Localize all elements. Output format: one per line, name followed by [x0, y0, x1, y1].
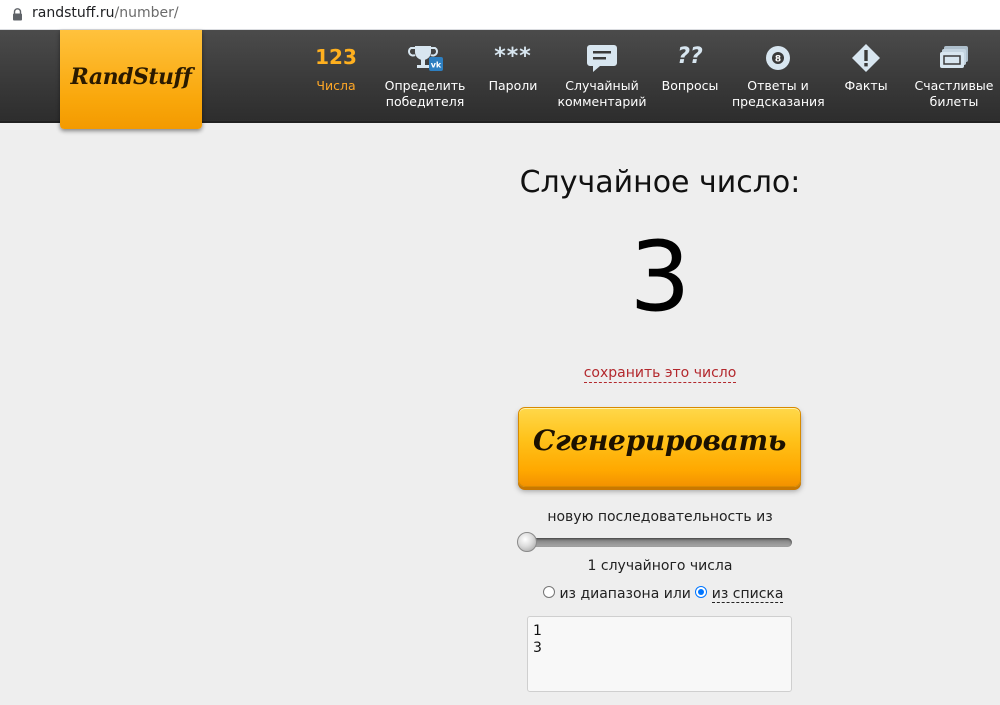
nav-item-label: Счастливые билеты: [914, 78, 994, 109]
radio-from-list[interactable]: [695, 586, 708, 598]
nav-item-tickets[interactable]: Счастливые билеты: [908, 30, 1000, 123]
generate-button[interactable]: Сгенерировать: [518, 407, 801, 487]
random-number-result: 3: [629, 221, 691, 333]
radio-from-range[interactable]: [543, 586, 555, 598]
url-text[interactable]: randstuff.ru/number/: [32, 5, 179, 21]
nav-item-comment[interactable]: Случайный комментарий: [556, 30, 648, 123]
nav-item-label: Вопросы: [661, 78, 719, 93]
count-label: 1 случайного числа: [587, 558, 733, 574]
svg-text:vk: vk: [431, 61, 442, 70]
browser-address-bar[interactable]: randstuff.ru/number/: [0, 0, 1000, 30]
source-mode-radio-group: из диапазона или из списка: [543, 586, 784, 606]
radio-from-list-label[interactable]: из списка: [711, 586, 784, 603]
nav-item-label: Факты: [844, 78, 888, 93]
lock-icon: [13, 8, 22, 21]
save-number-link-wrap: сохранить это число: [560, 365, 760, 383]
nav-item-label: Случайный комментарий: [557, 78, 647, 109]
list-values-textarea[interactable]: 1 3: [527, 616, 792, 692]
questions-icon: ??: [677, 44, 703, 69]
numbers-123-icon: 123: [315, 45, 357, 69]
nav-item-winner[interactable]: vk Определить победителя: [380, 30, 470, 123]
save-number-link[interactable]: сохранить это число: [583, 365, 737, 383]
nav-item-numbers[interactable]: 123 Числа: [306, 30, 366, 123]
page-title: Случайное число:: [519, 165, 801, 200]
nav-item-passwords[interactable]: *** Пароли: [480, 30, 546, 123]
nav-item-label: Пароли: [488, 78, 538, 93]
sequence-label: новую последовательность из: [547, 509, 773, 525]
count-slider-track[interactable]: [522, 538, 792, 547]
nav-item-questions[interactable]: ?? Вопросы: [658, 30, 722, 123]
magic-8-ball-icon: 8: [766, 46, 790, 70]
password-stars-icon: ***: [494, 44, 532, 69]
nav-item-answers[interactable]: 8 Ответы и предсказания: [732, 30, 825, 123]
exclamation-diamond-icon: [852, 44, 880, 72]
count-slider-thumb[interactable]: [517, 532, 537, 552]
trophy-vk-icon: vk: [408, 46, 443, 71]
logo-text: RandStuff: [70, 64, 192, 90]
generate-button-label: Сгенерировать: [533, 424, 786, 457]
nav-item-label: Числа: [316, 78, 356, 93]
site-logo[interactable]: RandStuff: [60, 30, 202, 129]
nav-item-facts[interactable]: Факты: [834, 30, 898, 123]
comment-icon: [587, 45, 617, 72]
nav-item-label: Ответы и предсказания: [732, 78, 825, 109]
svg-text:8: 8: [775, 55, 781, 65]
nav-item-label: Определить победителя: [384, 78, 466, 109]
tickets-icon: [940, 46, 968, 68]
radio-from-range-label[interactable]: из диапазона или: [559, 586, 690, 602]
